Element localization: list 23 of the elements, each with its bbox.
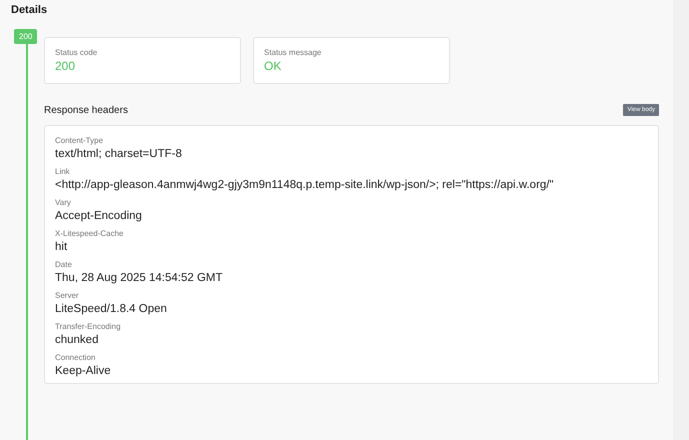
header-name: Vary xyxy=(55,198,72,208)
card-label: Status code xyxy=(55,48,98,57)
card-label: Status message xyxy=(264,48,322,57)
header-name: Transfer-Encoding xyxy=(55,322,122,332)
header-value: text/html; charset=UTF-8 xyxy=(55,147,183,161)
header-name: Date xyxy=(55,260,73,270)
header-name: Connection xyxy=(55,353,96,363)
header-name: Link xyxy=(55,167,71,177)
header-value: Thu, 28 Aug 2025 14:54:52 GMT xyxy=(55,271,224,285)
header-value: <http://app-gleason.4anmwj4wg2-gjy3m9n1148q.p.temp-site.link/wp-json/>; rel="https://api.w.org/" xyxy=(55,178,555,192)
header-value: chunked xyxy=(55,333,100,347)
card-value: OK xyxy=(264,59,282,73)
section-title: Details xyxy=(11,4,48,18)
header-name: Server xyxy=(55,291,80,301)
section-heading: Response headers xyxy=(44,104,128,116)
header-value: Accept-Encoding xyxy=(55,209,143,223)
header-name: X-Litespeed-Cache xyxy=(55,229,124,239)
header-value: LiteSpeed/1.8.4 Open xyxy=(55,302,168,316)
card-value: 200 xyxy=(55,59,76,73)
header-name: Content-Type xyxy=(55,136,104,146)
header-value: hit xyxy=(55,240,68,254)
status-badge: 200 xyxy=(14,29,38,44)
header-value: Keep-Alive xyxy=(55,364,112,378)
